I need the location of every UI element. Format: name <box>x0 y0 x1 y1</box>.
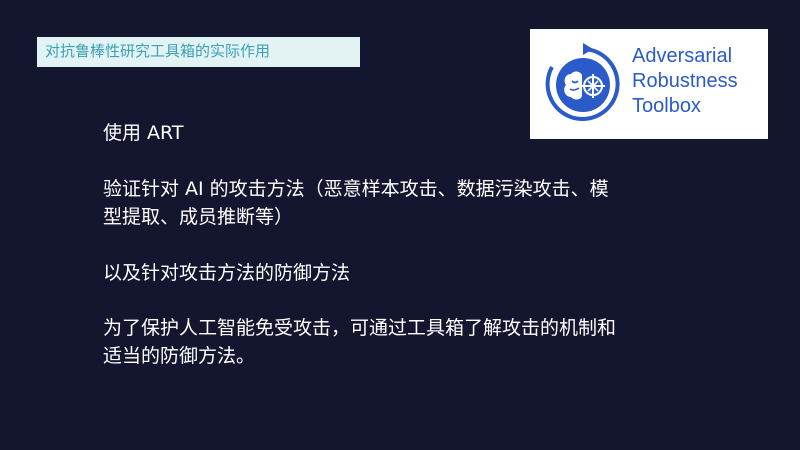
logo-line-1: Adversarial <box>632 45 733 67</box>
paragraph-purpose-line-2: 适当的防御方法。 <box>103 345 256 367</box>
paragraph-defenses: 以及针对攻击方法的防御方法 <box>103 262 351 284</box>
paragraph-attacks-line-2: 型提取、成员推断等） <box>103 206 294 228</box>
brain-target-icon <box>545 43 620 121</box>
logo-line-3: Toolbox <box>632 95 701 117</box>
logo-wordmark: Adversarial Robustness Toolbox <box>632 44 738 119</box>
slide-title-box: 对抗鲁棒性研究工具箱的实际作用 <box>37 37 360 67</box>
logo-line-2: Robustness <box>632 70 738 92</box>
paragraph-attacks-line-1: 验证针对 AI 的攻击方法（恶意样本攻击、数据污染攻击、模 <box>103 178 609 200</box>
art-logo: Adversarial Robustness Toolbox <box>530 29 768 139</box>
paragraph-purpose-line-1: 为了保护人工智能免受攻击，可通过工具箱了解攻击的机制和 <box>103 317 617 339</box>
slide: 对抗鲁棒性研究工具箱的实际作用 Adversarial Robustness T… <box>0 0 800 450</box>
slide-title: 对抗鲁棒性研究工具箱的实际作用 <box>45 42 271 60</box>
paragraph-use-art: 使用 ART <box>103 122 184 144</box>
